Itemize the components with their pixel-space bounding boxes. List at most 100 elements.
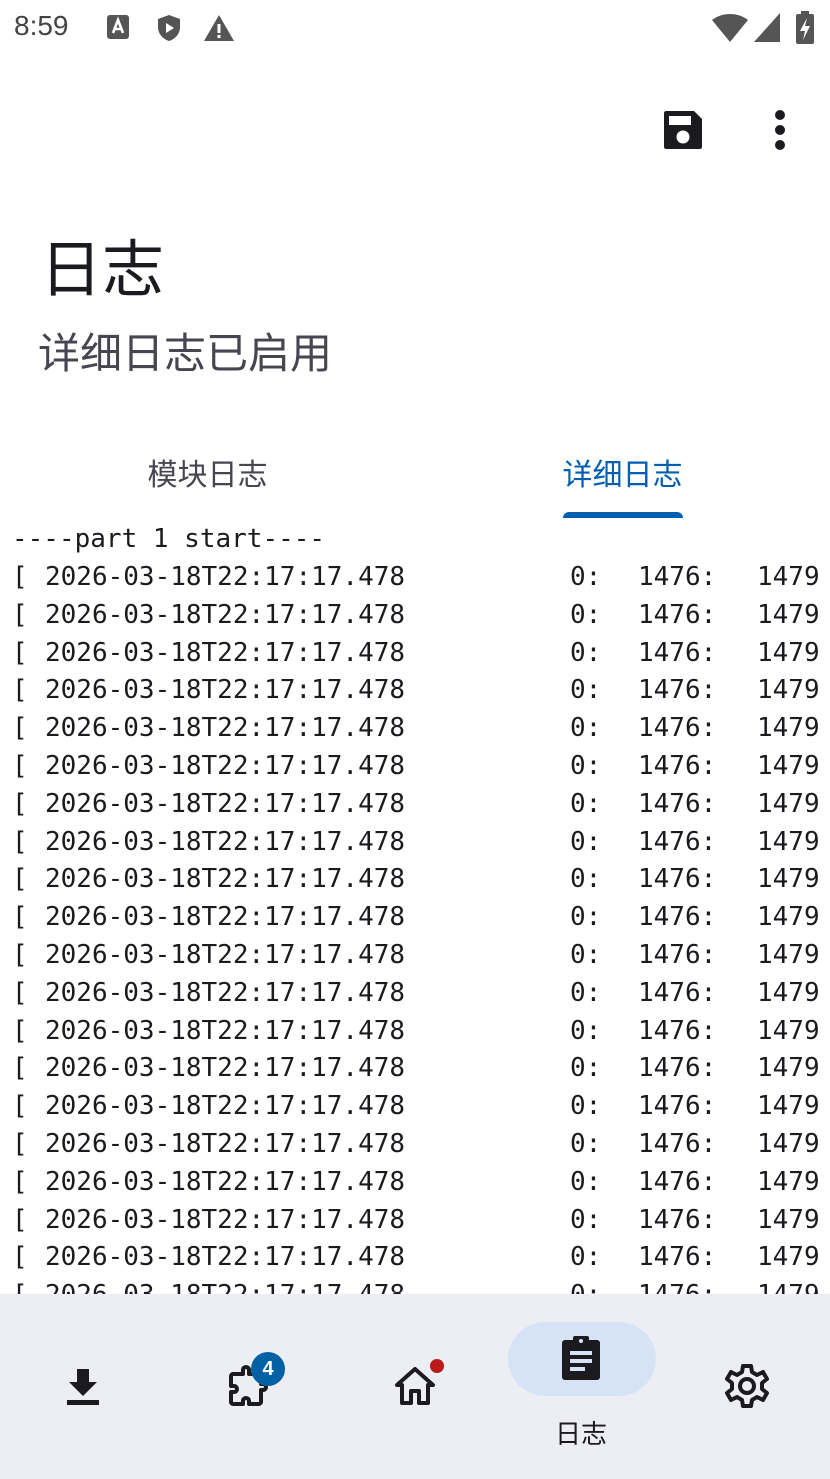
log-field-timestamp: 2026-03-18T22:17:17.478 [45,788,406,819]
log-field-bracket: [ [12,1166,28,1197]
log-field-c3: 1479 [757,751,820,781]
log-field-c3: 1479 [757,1091,820,1122]
log-field-bracket: [ [12,1129,28,1159]
log-field-c2: 1476: [638,1091,717,1122]
log-field-timestamp: 2026-03-18T22:17:17.478 [45,940,406,970]
log-line: [2026-03-18T22:17:17.478 0: 1476: 1479 [12,1276,830,1294]
log-field-c3: 1479 [757,1204,820,1235]
log-field-c2: 1476: [638,562,717,592]
log-field-timestamp: 2026-03-18T22:17:17.478 [45,902,406,933]
log-field-timestamp: 2026-03-18T22:17:17.478 [45,751,406,781]
log-field-timestamp: 2026-03-18T22:17:17.478 [45,1276,405,1294]
home-notification-dot [430,1359,444,1373]
log-field-bracket: [ [12,751,28,781]
log-field-timestamp: 2026-03-18T22:17:17.478 [45,864,406,895]
nav-item-modules[interactable] [166,1294,332,1479]
log-field-c3: 1479 [757,788,820,819]
log-line: [2026-03-18T22:17:17.478 0: 1476: 1479 [12,1125,830,1163]
log-field-c2: 1476: [638,675,717,706]
log-line: [2026-03-18T22:17:17.478 0: 1476: 1479 [12,1238,830,1276]
more-options-button[interactable] [754,104,806,156]
log-field-bracket: [ [12,1276,28,1294]
assignment-icon [556,1333,606,1383]
log-field-timestamp: 2026-03-18T22:17:17.478 [45,637,406,668]
log-field-c1: 0: [570,675,602,706]
tab-bar: 模块日志 详细日志 [0,426,830,518]
log-field-c1: 0: [570,1276,601,1294]
log-field-bracket: [ [12,562,28,592]
log-field-c2: 1476: [638,1053,717,1084]
log-field-c2: 1476: [638,751,717,781]
log-field-timestamp: 2026-03-18T22:17:17.478 [45,1242,406,1273]
log-line: [2026-03-18T22:17:17.478 0: 1476: 1479 [12,860,830,898]
log-field-c1: 0: [570,1204,602,1235]
save-button[interactable] [657,104,709,156]
log-line: [2026-03-18T22:17:17.478 0: 1476: 1479 [12,1201,830,1239]
log-field-c2: 1476: [638,1242,717,1273]
log-field-bracket: [ [12,599,28,630]
log-field-c2: 1476: [638,977,717,1008]
log-field-bracket: [ [12,713,28,744]
log-part-header: ----part 1 start---- [12,524,326,554]
shield-play-icon [154,12,184,44]
log-line: [2026-03-18T22:17:17.478 0: 1476: 1479 [12,1163,830,1201]
log-field-c3: 1479 [757,713,820,744]
warning-icon [202,12,234,44]
log-field-c2: 1476: [638,637,717,668]
log-field-c2: 1476: [638,788,717,819]
log-field-c1: 0: [570,940,602,970]
save-icon [664,111,702,149]
tab-module-log[interactable]: 模块日志 [0,426,415,518]
log-field-bracket: [ [12,977,28,1008]
nav-item-logs[interactable]: 日志 [498,1294,664,1479]
log-field-c3: 1479 [757,1129,820,1159]
log-field-timestamp: 2026-03-18T22:17:17.478 [45,1015,406,1046]
log-field-c2: 1476: [638,826,717,857]
log-view[interactable]: ----part 1 start---- [2026-03-18T22:17:1… [0,520,830,1294]
log-field-c1: 0: [570,1129,602,1159]
log-field-c1: 0: [570,1015,602,1046]
tab-verbose-log[interactable]: 详细日志 [415,426,830,518]
log-field-bracket: [ [12,864,28,895]
log-line: [2026-03-18T22:17:17.478 0: 1476: 1479 [12,596,830,634]
log-field-bracket: [ [12,1091,28,1122]
log-line: [2026-03-18T22:17:17.478 0: 1476: 1479 [12,785,830,823]
log-field-c1: 0: [570,713,602,744]
log-field-timestamp: 2026-03-18T22:17:17.478 [45,1129,406,1159]
log-field-timestamp: 2026-03-18T22:17:17.478 [45,562,406,592]
log-field-timestamp: 2026-03-18T22:17:17.478 [45,675,406,706]
log-field-bracket: [ [12,940,28,970]
nav-item-settings[interactable] [664,1294,830,1479]
log-line: [2026-03-18T22:17:17.478 0: 1476: 1479 [12,974,830,1012]
log-field-c1: 0: [570,977,602,1008]
log-line: [2026-03-18T22:17:17.478 0: 1476: 1479 [12,1087,830,1125]
page-title: 日志 [40,233,165,306]
log-line: [2026-03-18T22:17:17.478 0: 1476: 1479 [12,898,830,936]
tab-label: 详细日志 [562,458,683,493]
log-field-c2: 1476: [638,713,717,744]
log-field-c3: 1479 [757,562,820,592]
log-field-c2: 1476: [638,902,717,933]
log-line: [2026-03-18T22:17:17.478 0: 1476: 1479 [12,747,830,785]
settings-icon [722,1361,772,1411]
log-field-timestamp: 2026-03-18T22:17:17.478 [45,1166,406,1197]
log-line: [2026-03-18T22:17:17.478 0: 1476: 1479 [12,671,830,709]
log-field-c1: 0: [570,1242,602,1273]
log-field-c2: 1476: [638,1166,717,1197]
nav-item-downloads[interactable] [0,1294,166,1479]
log-field-c1: 0: [570,751,602,781]
log-field-c2: 1476: [638,1129,717,1159]
log-field-bracket: [ [12,1242,28,1273]
nav-label-logs: 日志 [554,1420,607,1450]
log-field-c3: 1479 [757,940,820,970]
nav-item-home[interactable] [332,1294,498,1479]
log-field-c2: 1476: [638,1204,717,1235]
battery-charging-icon [794,10,816,50]
cell-signal-icon [752,10,782,48]
log-field-c3: 1479 [757,977,820,1008]
log-field-bracket: [ [12,1015,28,1046]
log-field-c3: 1479 [757,902,820,933]
modules-badge: 4 [251,1352,285,1386]
log-line: [2026-03-18T22:17:17.478 0: 1476: 1479 [12,558,830,596]
log-field-c2: 1476: [638,599,717,630]
